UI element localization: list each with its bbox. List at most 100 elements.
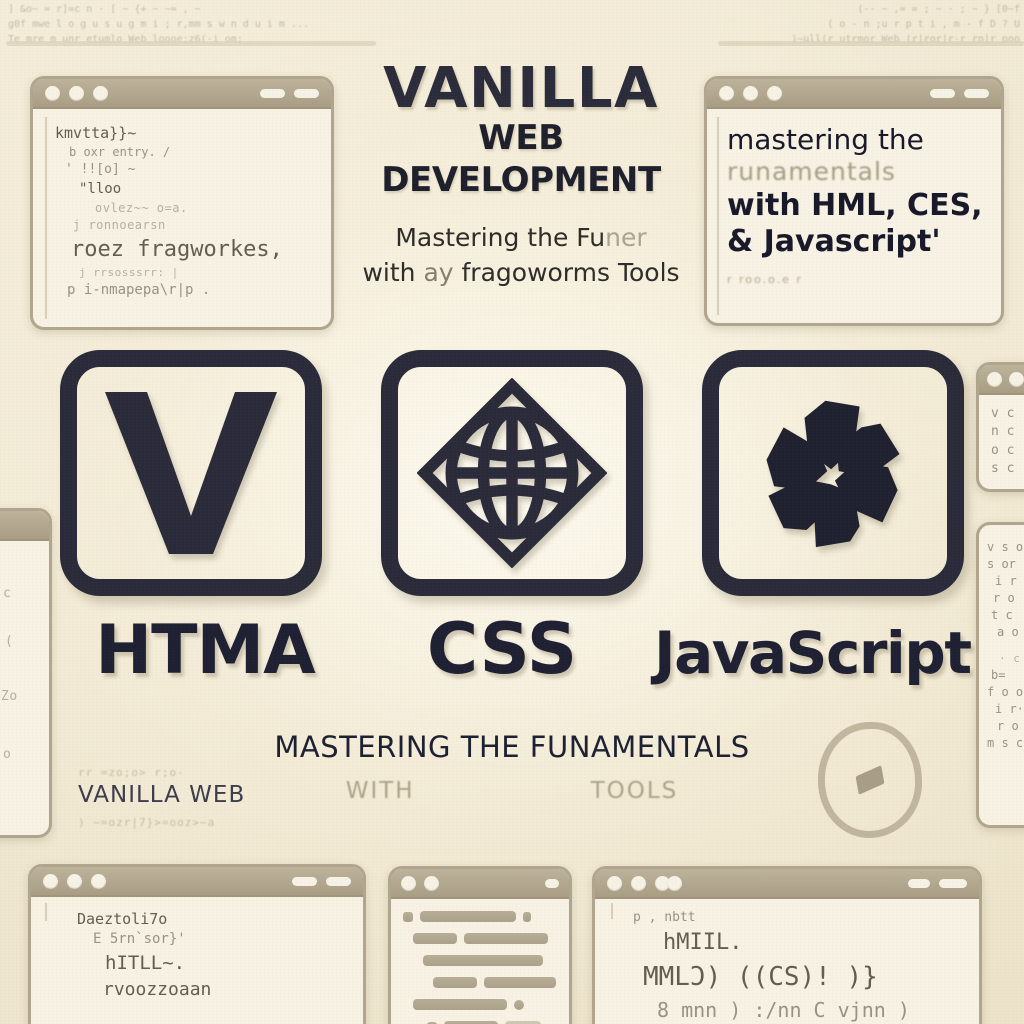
titlebar-pill-1-icon[interactable]: [908, 878, 930, 888]
window-titlebar[interactable]: [595, 869, 979, 899]
titlebar-pill-2-icon[interactable]: [964, 88, 989, 98]
window-maximize-dot-icon[interactable]: [767, 85, 782, 101]
window-minimize-dot-icon[interactable]: [67, 873, 82, 889]
code-line: v c: [991, 406, 1015, 421]
tagline-tools: TOOLS: [590, 778, 679, 804]
language-label-row: HTMA CSS JavaScript: [60, 608, 972, 690]
code-line: j ronnoearsn: [73, 217, 166, 232]
window-titlebar[interactable]: [33, 79, 331, 109]
window-titlebar[interactable]: [0, 511, 49, 541]
code-line: n c: [991, 424, 1015, 440]
headline-line-5: r roo.o.e r: [727, 272, 803, 286]
placeholder-bar: [433, 977, 477, 988]
code-line: b oxr entry. /: [69, 145, 171, 160]
window-titlebar[interactable]: [979, 365, 1024, 395]
code-line-highlight: roez fragworkes,: [71, 236, 283, 262]
placeholder-bar: [413, 933, 457, 944]
top-strip-left-line-1: ] &o~ ≈ r]=c n · [ ~ {+ ~ ~≈ , ~: [8, 4, 201, 15]
placeholder-window-bottom-center[interactable]: [388, 866, 572, 1024]
window-close-dot-icon[interactable]: [45, 85, 60, 101]
css-label: CSS: [426, 608, 578, 690]
window-minimize-dot-icon[interactable]: [1009, 371, 1024, 387]
placeholder-bullet: [514, 999, 524, 1010]
subtitle-faded-part: ner: [605, 222, 647, 252]
code-line: p , nbtt: [633, 910, 696, 925]
code-line: c: [3, 586, 12, 601]
window-content: [391, 899, 569, 1024]
code-line: b=: [991, 667, 1006, 682]
titlebar-pill-1-icon[interactable]: [930, 88, 955, 98]
code-line: a o: [997, 625, 1019, 640]
window-titlebar[interactable]: [31, 867, 363, 897]
subtitle-tools: fragoworms Tools: [461, 258, 680, 288]
code-line: ' !![o] ~: [65, 162, 136, 178]
circular-nib-badge[interactable]: [818, 722, 922, 838]
window-content: v c n c o c s c: [979, 395, 1024, 489]
window-close-dot-icon[interactable]: [607, 875, 622, 891]
nib-diamond-icon: [855, 765, 885, 795]
top-strip-right-underline: [718, 41, 1024, 46]
code-line: · c: [999, 652, 1021, 666]
window-minimize-dot-icon[interactable]: [424, 875, 439, 891]
code-gutter: [45, 117, 47, 319]
code-line: MMLƆ) ((CS)! )}: [643, 961, 878, 992]
poster-subtitle-line-1: Mastering the Funer: [346, 220, 696, 256]
subtitle-with: with: [362, 258, 424, 288]
code-line: "lloo: [79, 180, 122, 197]
placeholder-bar: [420, 911, 516, 922]
placeholder-row: [403, 999, 559, 1010]
code-window-top-left[interactable]: kmvtta}}~ b oxr entry. / ' !![o] ~ "lloo…: [30, 76, 334, 330]
titlebar-pill-1-icon[interactable]: [545, 878, 559, 888]
code-gutter: [717, 117, 719, 315]
code-window-bottom-right[interactable]: p , nbtt hMIIL. MMLƆ) ((CS)! )} 8 mnn ) …: [592, 866, 982, 1024]
window-minimize-dot-icon[interactable]: [631, 875, 646, 891]
code-line: Daeztoli7o: [77, 910, 168, 928]
window-close-dot-icon[interactable]: [401, 875, 416, 891]
window-maximize-dot-icon[interactable]: [93, 85, 108, 101]
titlebar-pill-2-icon[interactable]: [939, 878, 967, 888]
technology-icon-row: [60, 342, 964, 604]
code-line: r o: [993, 591, 1015, 606]
window-content: Daeztoli7o E 5rn`sor}' hITLL~. rvoozzoaa…: [31, 897, 363, 1024]
poster-title-line-2: WEB DEVELOPMENT: [381, 117, 661, 201]
window-titlebar[interactable]: [707, 79, 1001, 109]
code-line: 8 mnn ) :/nn C vjnn ): [657, 997, 910, 1022]
headline-line-2: runamentals: [727, 157, 896, 187]
code-line: ovlez~~ o=a.: [95, 200, 188, 215]
titlebar-pill-2-icon[interactable]: [326, 876, 351, 886]
html-label: HTMA: [95, 611, 316, 690]
window-minimize-dot-icon[interactable]: [743, 85, 758, 101]
vanilla-web-label: VANILLA WEB: [78, 782, 246, 808]
titlebar-pill-1-icon[interactable]: [292, 876, 317, 886]
aperture-pinwheel-badge[interactable]: [702, 350, 964, 596]
code-line: o c: [991, 442, 1015, 458]
window-close-dot-icon[interactable]: [719, 85, 734, 101]
placeholder-bar: [464, 933, 548, 944]
aperture-pinwheel-icon: [766, 400, 900, 548]
window-titlebar[interactable]: [391, 869, 569, 899]
window-close-dot-icon[interactable]: [987, 371, 1002, 387]
hero-title-block: VANILLA WEB DEVELOPMENT Mastering the Fu…: [346, 61, 696, 291]
subtitle-solid-part: Mastering the Fu: [395, 222, 606, 252]
globe-diamond-badge[interactable]: [381, 350, 643, 596]
code-line: Zo: [1, 688, 18, 704]
code-line: kmvtta}}~: [55, 124, 137, 142]
code-window-bottom-left[interactable]: Daeztoli7o E 5rn`sor}' hITLL~. rvoozzoaa…: [28, 864, 366, 1024]
code-line: rvoozzoaan: [103, 979, 212, 1001]
code-line: i r: [995, 574, 1017, 589]
window-extra-dot-icon[interactable]: [667, 875, 682, 891]
window-minimize-dot-icon[interactable]: [69, 85, 84, 101]
titlebar-pill-1-icon[interactable]: [260, 88, 285, 98]
window-close-dot-icon[interactable]: [43, 873, 58, 889]
placeholder-bar: [413, 999, 507, 1010]
edge-window-right-top[interactable]: v c n c o c s c: [976, 362, 1024, 492]
headline-window-top-right[interactable]: mastering the runamentals with HML, CES,…: [704, 76, 1004, 326]
code-line: j rrsosssrr: |: [79, 265, 179, 279]
titlebar-pill-2-icon[interactable]: [294, 88, 319, 98]
code-line: s or: [987, 557, 1016, 572]
poster-subtitle-line-2: with ay fragoworms Tools: [346, 255, 696, 291]
letter-v-badge[interactable]: [60, 350, 322, 596]
window-maximize-dot-icon[interactable]: [91, 873, 106, 889]
placeholder-row: [403, 911, 559, 922]
code-gutter: [45, 903, 47, 921]
